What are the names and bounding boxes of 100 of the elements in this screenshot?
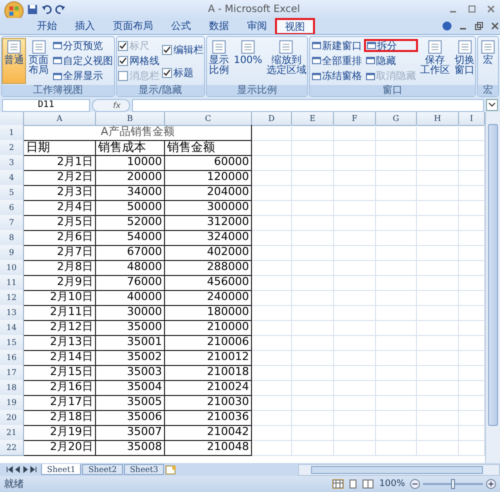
ribbon-tab[interactable]: 插入 xyxy=(66,19,104,34)
row-header[interactable]: 5 xyxy=(0,185,24,201)
close-icon[interactable] xyxy=(486,4,496,14)
row-header[interactable]: 16 xyxy=(0,350,24,366)
ribbon-button[interactable]: 分页预览 xyxy=(51,39,115,52)
ribbon-button[interactable]: 全部重排 xyxy=(310,54,364,68)
empty-cell xyxy=(417,155,459,171)
row-header[interactable]: 2 xyxy=(0,140,24,156)
ribbon-button[interactable]: 隐藏 xyxy=(364,54,418,68)
column-header[interactable]: F xyxy=(334,112,376,126)
page-layout-icon[interactable] xyxy=(347,479,360,489)
ribbon-tab[interactable]: 视图 xyxy=(276,19,314,34)
expand-icon[interactable] xyxy=(486,99,498,111)
empty-cell xyxy=(252,380,292,396)
maximize-icon[interactable] xyxy=(467,4,477,14)
normal-view-icon[interactable] xyxy=(332,479,344,489)
table-cell: 204000 xyxy=(165,185,252,201)
table-cell: 2月1日 xyxy=(24,155,96,171)
ribbon-button[interactable]: 自定义视图 xyxy=(51,54,115,68)
save-icon[interactable] xyxy=(27,4,38,14)
ribbon-button[interactable]: 冻结窗格 xyxy=(310,70,364,83)
sheet-tab[interactable]: Sheet1 xyxy=(41,464,82,475)
ribbon-tab[interactable]: 公式 xyxy=(162,19,200,34)
ribbon-button[interactable]: 保存 工作区 xyxy=(418,38,452,84)
row-header[interactable]: 22 xyxy=(0,440,24,456)
table-cell: 35002 xyxy=(96,350,165,366)
ribbon-tab[interactable]: 审阅 xyxy=(238,19,276,34)
column-header[interactable]: D xyxy=(252,112,292,126)
empty-cell xyxy=(417,440,459,456)
sheet-tab[interactable]: Sheet2 xyxy=(82,464,123,475)
row-header[interactable]: 19 xyxy=(0,395,24,411)
table-cell: 210036 xyxy=(165,410,252,426)
page-icon xyxy=(480,39,496,55)
empty-cell xyxy=(292,365,334,381)
sheet-tab[interactable]: Sheet3 xyxy=(124,464,164,475)
ribbon-button[interactable]: 拆分 xyxy=(364,39,418,52)
ribbon-button[interactable]: 缩放到 选定区域 xyxy=(264,38,308,84)
row-header[interactable]: 1 xyxy=(0,125,24,141)
row-header[interactable]: 13 xyxy=(0,305,24,321)
redo-icon[interactable] xyxy=(55,4,66,14)
restore-icon[interactable] xyxy=(474,21,484,31)
empty-cell xyxy=(376,335,417,351)
empty-cell xyxy=(252,140,292,156)
row-header[interactable]: 8 xyxy=(0,230,24,246)
row-header[interactable]: 21 xyxy=(0,425,24,441)
column-header[interactable]: C xyxy=(165,112,252,126)
row-header[interactable]: 6 xyxy=(0,200,24,216)
row-header[interactable]: 9 xyxy=(0,245,24,261)
zoom-in-icon[interactable] xyxy=(486,479,496,489)
table-cell: 20000 xyxy=(96,170,165,186)
ribbon-tab[interactable]: 页面布局 xyxy=(104,19,162,34)
column-header[interactable]: A xyxy=(24,112,96,126)
zoom-level[interactable]: 100% xyxy=(379,479,405,489)
ribbon-tab[interactable]: 开始 xyxy=(28,19,66,34)
table-cell: 210030 xyxy=(165,395,252,411)
formula-field[interactable] xyxy=(132,98,484,112)
empty-cell xyxy=(292,185,334,201)
ribbon-button[interactable]: 全屏显示 xyxy=(51,70,115,83)
ribbon-button[interactable]: 页面布局 xyxy=(26,38,51,84)
ribbon-button[interactable]: 普通 xyxy=(2,38,26,84)
empty-cell xyxy=(417,245,459,261)
row-header[interactable]: 15 xyxy=(0,335,24,351)
close-icon[interactable] xyxy=(490,21,500,31)
ribbon-button[interactable]: 新建窗口 xyxy=(310,39,364,52)
column-header[interactable]: E xyxy=(292,112,334,126)
row-header[interactable]: 17 xyxy=(0,365,24,381)
row-header[interactable]: 7 xyxy=(0,215,24,231)
undo-icon[interactable] xyxy=(41,4,52,14)
empty-cell xyxy=(417,305,459,321)
vertical-scrollbar[interactable] xyxy=(485,112,500,463)
checkbox[interactable]: 标题 xyxy=(160,66,205,79)
empty-cell xyxy=(292,425,334,441)
row-header[interactable]: 14 xyxy=(0,320,24,336)
row-header[interactable]: 4 xyxy=(0,170,24,186)
row-header[interactable]: 18 xyxy=(0,380,24,396)
row-header[interactable]: 3 xyxy=(0,155,24,171)
name-box[interactable]: D11 xyxy=(2,98,90,112)
row-header[interactable]: 10 xyxy=(0,260,24,276)
row-header[interactable]: 20 xyxy=(0,410,24,426)
function-button[interactable]: fx xyxy=(92,98,130,112)
ribbon-button[interactable]: 切换窗口 xyxy=(452,38,478,84)
ribbon-button[interactable]: 宏 xyxy=(478,38,498,84)
ribbon-button[interactable]: 显示比例 xyxy=(206,38,232,84)
checkbox[interactable]: 编辑栏 xyxy=(160,43,205,56)
column-header[interactable]: G xyxy=(376,112,417,126)
zoom-out-icon[interactable] xyxy=(410,479,420,489)
row-header[interactable]: 12 xyxy=(0,290,24,306)
page-break-icon[interactable] xyxy=(362,479,374,489)
checkbox[interactable]: 网格线 xyxy=(116,54,161,68)
horizontal-scrollbar[interactable] xyxy=(298,464,500,476)
slider-thumb[interactable] xyxy=(451,479,455,489)
empty-cell xyxy=(334,215,376,231)
ribbon-tab[interactable]: 数据 xyxy=(200,19,238,34)
status-text: 就绪 xyxy=(4,478,24,491)
column-header[interactable]: B xyxy=(96,112,165,126)
row-header[interactable]: 11 xyxy=(0,275,24,291)
column-header[interactable]: I xyxy=(459,112,485,126)
ribbon-button[interactable]: 100% xyxy=(232,38,264,84)
column-header[interactable]: H xyxy=(417,112,459,126)
new-sheet-icon[interactable] xyxy=(165,464,178,474)
